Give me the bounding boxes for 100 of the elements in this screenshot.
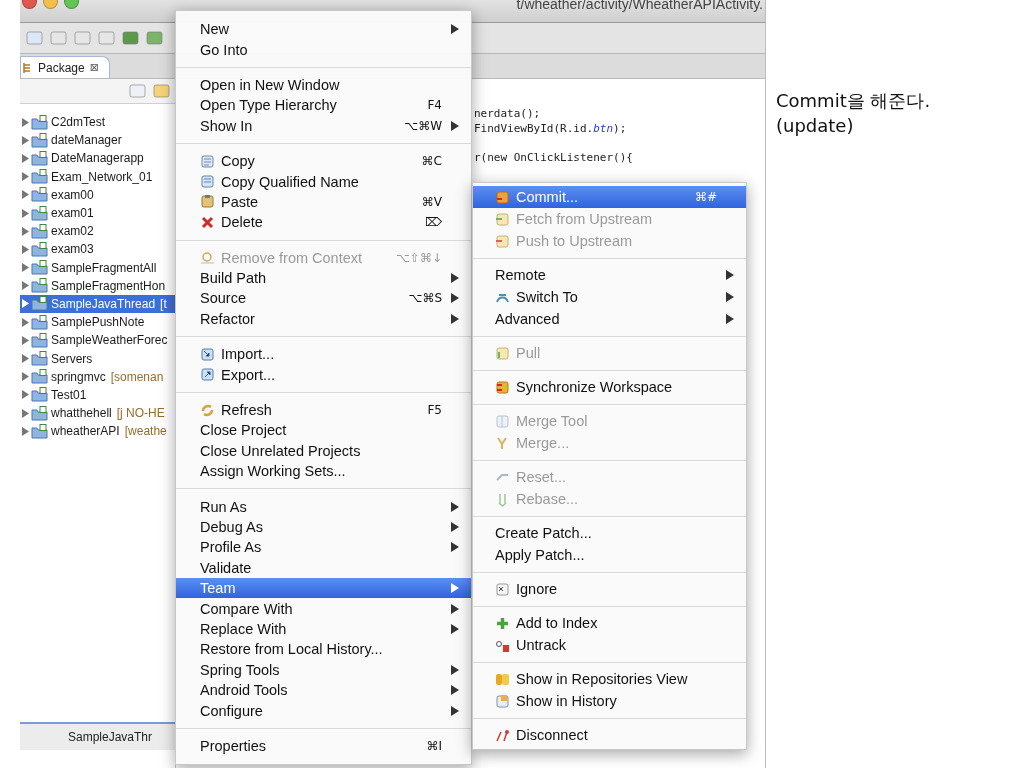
menu-item[interactable]: Team [176,578,471,599]
menu-item[interactable]: Add to Index [473,612,746,634]
pull-icon [495,345,510,361]
menu-item[interactable]: Show In ⌥⌘W [176,115,471,136]
menu-item[interactable]: Properties ⌘I [176,735,471,757]
tree-item[interactable]: Test01 [20,385,175,404]
project-folder-icon [31,187,49,203]
menu-item[interactable]: Copy ⌘C [176,150,471,172]
project-folder-icon [31,314,49,330]
annotation-text: Commit을 해준다. [776,89,931,113]
menu-item[interactable]: Profile As [176,537,471,558]
menu-item[interactable]: Commit... ⌘# [473,186,746,208]
menu-item[interactable]: Ignore [473,578,746,600]
tree-item[interactable]: C2dmTest [20,113,175,132]
submenu-arrow-icon [451,24,459,35]
delete-x-icon [200,214,215,230]
menu-item[interactable]: New [176,19,471,40]
tree-item[interactable]: springmvc [somenan [20,367,175,386]
code-line: r(new OnClickListener(){ [474,150,634,165]
menu-item[interactable]: Show in Repositories View [473,668,746,690]
ignore-icon [495,581,510,597]
menu-item[interactable]: Open Type Hierarchy F4 [176,95,471,116]
submenu-arrow-icon [451,542,459,553]
menu-item[interactable]: Delete ⌦ [176,212,471,233]
menu-item[interactable]: Run As [176,496,471,517]
context-icon [200,250,215,266]
merge-icon [495,435,510,451]
menu-item[interactable]: Show in History [473,690,746,712]
code-line: nerdata(); [474,107,542,122]
tab-label: Package [38,60,85,75]
menu-item[interactable]: Disconnect [473,724,746,746]
menu-item[interactable]: Export... [176,364,471,385]
submenu-arrow-icon [451,685,459,696]
menu-item[interactable]: Validate [176,557,471,578]
menu-item[interactable]: Copy Qualified Name [176,171,471,192]
tree-item[interactable]: whatthehell [j NO-HE [20,404,175,423]
menu-item[interactable]: Switch To [473,286,746,308]
menu-item[interactable]: Create Patch... [473,522,746,544]
submenu-arrow-icon [451,664,459,675]
tree-item[interactable]: SampleFragmentAll [20,258,175,277]
tree-item[interactable]: exam01 [20,203,175,223]
menu-item[interactable]: Synchronize Workspace [473,376,746,398]
project-folder-icon [31,150,49,166]
menu-item[interactable]: Restore from Local History... [176,639,471,660]
menu-item[interactable]: Remote [473,264,746,286]
menu-item[interactable]: Close Project [176,420,471,441]
menu-item[interactable]: Debug As [176,516,471,538]
menu-item[interactable]: Import... [176,344,471,365]
project-folder-icon [31,169,49,185]
menu-item[interactable]: Replace With [176,618,471,640]
menu-item[interactable]: Build Path [176,267,471,289]
project-folder-icon [31,369,49,385]
tree-item[interactable]: Exam_Network_01 [20,167,175,186]
menu-item[interactable]: Refactor [176,308,471,330]
submenu-arrow-icon [451,273,459,284]
menu-item[interactable]: Apply Patch... [473,544,746,566]
menu-item[interactable]: Android Tools [176,679,471,701]
project-decoration: [weathe [124,424,167,439]
tree-item[interactable]: dateManager [20,131,175,150]
tree-item[interactable]: SampleWeatherForec [20,331,175,350]
project-folder-icon [31,223,49,239]
project-folder-icon [31,423,49,439]
submenu-arrow-icon [451,501,459,512]
tree-item[interactable]: Servers [20,349,175,368]
project-folder-icon [31,132,49,148]
menu-item[interactable]: Assign Working Sets... [176,461,471,482]
project-folder-icon [31,387,49,403]
submenu-arrow-icon [451,120,459,131]
menu-item[interactable]: Spring Tools [176,659,471,680]
submenu-arrow-icon [451,293,459,304]
project-folder-icon [31,205,49,221]
history-icon [495,693,510,709]
submenu-arrow-icon [451,623,459,634]
status-text: SampleJavaThr [68,730,153,744]
menu-item[interactable]: Paste ⌘V [176,191,471,213]
refresh-icon [200,402,215,418]
export-icon [200,367,215,383]
close-button[interactable]: ⊠ [89,61,99,74]
tree-item[interactable]: SampleFragmentHon [20,276,175,295]
menu-item[interactable]: Configure [176,700,471,721]
package-tab[interactable]: Package ⊠ [20,56,110,78]
tree-item[interactable]: exam02 [20,222,175,241]
submenu-arrow-icon [726,292,734,302]
menu-item[interactable]: Close Unrelated Projects [176,440,471,462]
tree-item[interactable]: DateManagerapp [20,149,175,168]
tree-item[interactable]: wheatherAPI [weathe [20,422,175,441]
menu-item[interactable]: Go Into [176,39,471,60]
synchronize-icon [495,379,510,395]
menu-item[interactable]: Advanced [473,308,746,330]
tree-item[interactable]: exam00 [20,185,175,204]
tree-item[interactable]: SampleJavaThread [t [20,294,175,314]
submenu-arrow-icon [451,583,459,594]
menu-item[interactable]: Refresh F5 [176,399,471,421]
tree-item[interactable]: SamplePushNote [20,313,175,332]
menu-item[interactable]: Untrack [473,634,746,656]
menu-item[interactable]: Compare With [176,598,471,619]
tree-item[interactable]: exam03 [20,240,175,259]
menu-item[interactable]: Open in New Window [176,74,471,96]
project-folder-icon [31,278,49,294]
menu-item[interactable]: Source ⌥⌘S [176,288,471,309]
